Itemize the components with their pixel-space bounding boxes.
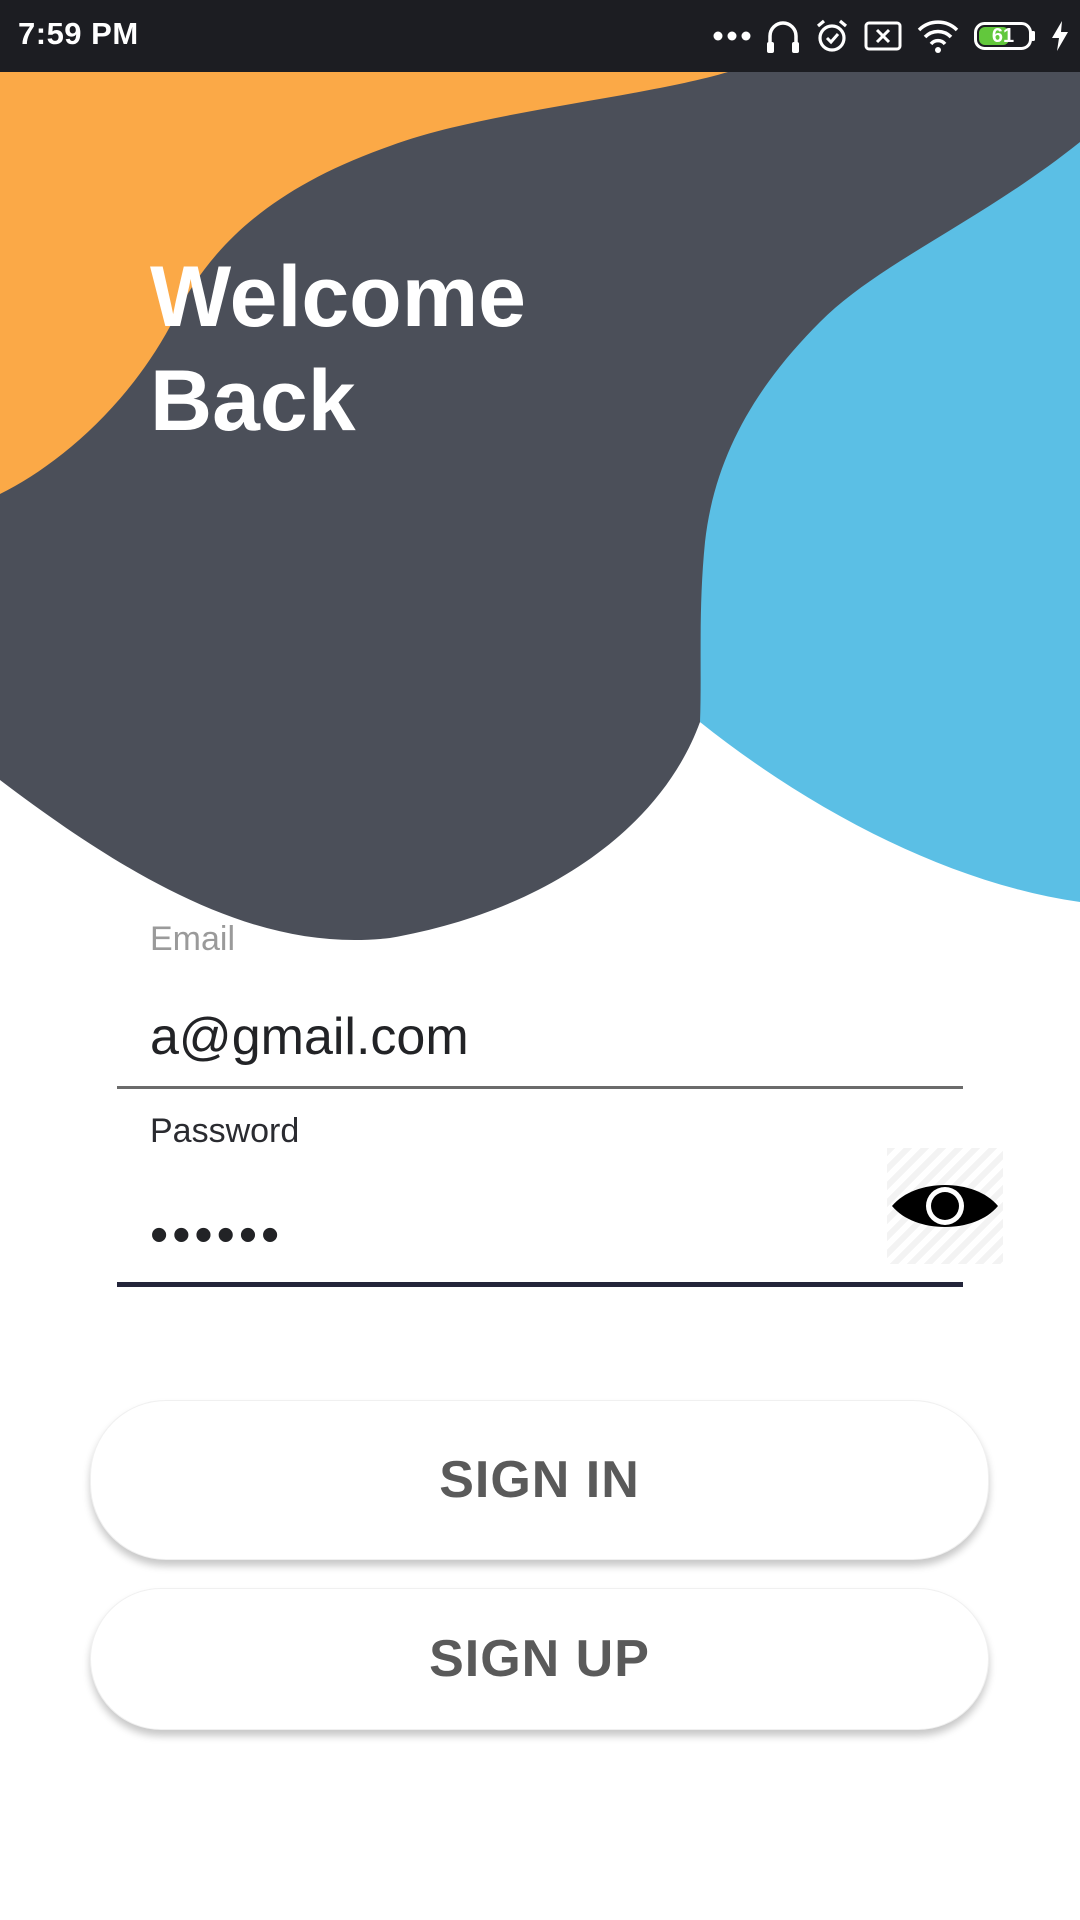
password-field-group: Password — [117, 1108, 1003, 1290]
headphones-icon — [766, 18, 800, 54]
eye-icon — [887, 1176, 1003, 1236]
wifi-icon — [916, 18, 960, 54]
welcome-title-line2: Back — [150, 353, 356, 449]
password-label: Password — [150, 1112, 300, 1150]
charging-bolt-icon — [1050, 20, 1070, 52]
password-underline — [117, 1282, 963, 1287]
status-time: 7:59 PM — [18, 16, 139, 51]
password-input[interactable] — [150, 1200, 790, 1270]
welcome-title-line1: Welcome — [150, 249, 526, 345]
battery-level-text: 61 — [991, 25, 1015, 47]
email-label: Email — [150, 920, 236, 958]
status-icons: 61 — [712, 14, 1070, 58]
no-sim-icon — [864, 21, 902, 51]
alarm-icon — [814, 18, 850, 54]
welcome-title: Welcome Back — [150, 245, 526, 453]
email-input[interactable] — [150, 1002, 930, 1072]
sign-up-button[interactable]: SIGN UP — [90, 1588, 989, 1730]
email-field-group: Email — [117, 910, 963, 1090]
sign-in-button[interactable]: SIGN IN — [90, 1400, 989, 1560]
sign-in-screen: 7:59 PM 61 Welcome Back Email a@gmail.co… — [0, 0, 1080, 1920]
more-dots-icon — [712, 30, 752, 42]
password-visibility-toggle[interactable] — [887, 1148, 1003, 1264]
header-background-art — [0, 72, 1080, 972]
status-bar: 7:59 PM 61 — [0, 0, 1080, 72]
battery-icon: 61 — [974, 22, 1036, 50]
email-underline — [117, 1086, 963, 1089]
